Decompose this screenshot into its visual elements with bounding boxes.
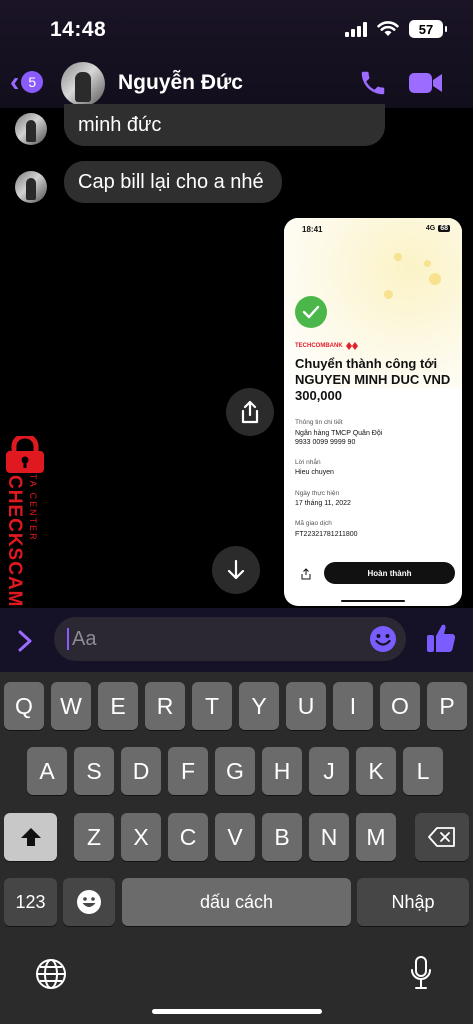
bank-brand: TECHCOMBANK [295,342,358,350]
key[interactable]: Z [74,813,114,861]
emoji-key[interactable] [63,878,115,926]
key[interactable]: L [403,747,443,795]
message-bubble[interactable]: Cap bill lại cho a nhé [64,161,282,203]
key[interactable]: G [215,747,255,795]
message-text: Cap bill lại cho a nhé [78,170,264,193]
shift-key[interactable] [4,813,57,861]
message-placeholder: Aa [72,628,97,650]
chat-header: 14:48 57 ‹ 5 Nguyễn Đức [0,0,473,108]
status-icons: 57 [345,20,447,38]
phone-call-icon[interactable] [358,68,388,98]
key[interactable]: H [262,747,302,795]
share-icon [241,400,259,424]
text-caret [67,628,69,650]
coin-decoration [394,253,402,261]
keyboard: QWERTYUIOP ASDFGHJKL ZXCVBNM 123 dấu các… [0,672,473,1024]
details-label: Thông tin chi tiết [295,419,343,426]
key[interactable]: Q [4,682,44,730]
share-button[interactable] [226,388,274,436]
receipt-network: 4G [425,225,436,232]
numbers-key[interactable]: 123 [4,878,57,926]
key[interactable]: X [121,813,161,861]
date-label: Ngày thực hiện [295,490,340,497]
key[interactable]: A [27,747,67,795]
receipt-status: 4G 68 [426,225,450,232]
key[interactable]: D [121,747,161,795]
back-button[interactable]: ‹ 5 [10,66,44,97]
key[interactable]: T [192,682,232,730]
bank-logo-icon [345,342,358,350]
key[interactable]: M [356,813,396,861]
key[interactable]: P [427,682,467,730]
microphone-icon[interactable] [410,956,432,990]
account-value: 9933 0099 9999 90 [295,439,356,446]
coin-decoration [384,290,393,299]
message-value: Hieu chuyen [295,469,334,476]
unread-badge: 5 [21,71,44,93]
chevron-right-icon[interactable] [14,630,36,652]
video-call-icon[interactable] [408,70,444,96]
receipt-time: 18:41 [302,225,323,234]
key[interactable]: O [380,682,420,730]
arrow-down-icon [227,559,245,580]
chevron-left-icon: ‹ [10,66,20,97]
key[interactable]: F [168,747,208,795]
contact-avatar[interactable] [61,62,105,106]
receipt-home-indicator [341,600,405,602]
key[interactable]: E [98,682,138,730]
return-key[interactable]: Nhập [357,878,469,926]
date-value: 17 tháng 11, 2022 [295,500,351,507]
key[interactable]: I [333,682,373,730]
emoji-icon[interactable] [369,625,397,653]
emoji-icon [77,890,101,914]
message-bubble[interactable]: minh đức [64,104,385,146]
space-key[interactable]: dấu cách [122,878,351,926]
backspace-icon [428,827,455,847]
key[interactable]: U [286,682,326,730]
success-check-icon [295,296,327,328]
globe-icon[interactable] [35,958,67,990]
coin-decoration [429,273,441,285]
watermark-subtitle: DATA CENTER [28,458,38,542]
message-label: Lời nhắn [295,459,321,466]
receipt-image[interactable]: 18:41 4G 68 TECHCOMBANK Chuyển thành côn… [284,218,462,606]
shift-icon [20,828,41,846]
sender-avatar [15,171,47,203]
key[interactable]: Y [239,682,279,730]
sender-avatar [15,113,47,145]
receipt-battery: 68 [438,225,450,232]
lock-icon [6,436,44,473]
code-value: FT22321781211800 [295,531,358,538]
key[interactable]: C [168,813,208,861]
key[interactable]: K [356,747,396,795]
scroll-down-button[interactable] [212,546,260,594]
backspace-key[interactable] [415,813,469,861]
message-input[interactable]: Aa [54,617,406,661]
code-label: Mã giao dịch [295,520,332,527]
key[interactable]: J [309,747,349,795]
key[interactable]: R [145,682,185,730]
key[interactable]: V [215,813,255,861]
key[interactable]: S [74,747,114,795]
home-indicator [152,1009,322,1014]
thumbs-up-icon[interactable] [425,622,457,654]
coin-decoration [424,260,431,267]
status-time: 14:48 [50,18,107,41]
battery-indicator: 57 [409,20,447,38]
key[interactable]: B [262,813,302,861]
message-text: minh đức [78,113,162,136]
bank-name: TECHCOMBANK [295,343,343,349]
key[interactable]: W [51,682,91,730]
wifi-icon [377,21,399,36]
transfer-title: Chuyển thành công tới NGUYEN MINH DUC VN… [295,356,451,403]
share-icon [301,568,311,580]
done-button: Hoàn thành [324,562,455,584]
key[interactable]: N [309,813,349,861]
contact-name[interactable]: Nguyễn Đức [118,71,243,95]
cellular-signal-icon [345,21,367,37]
